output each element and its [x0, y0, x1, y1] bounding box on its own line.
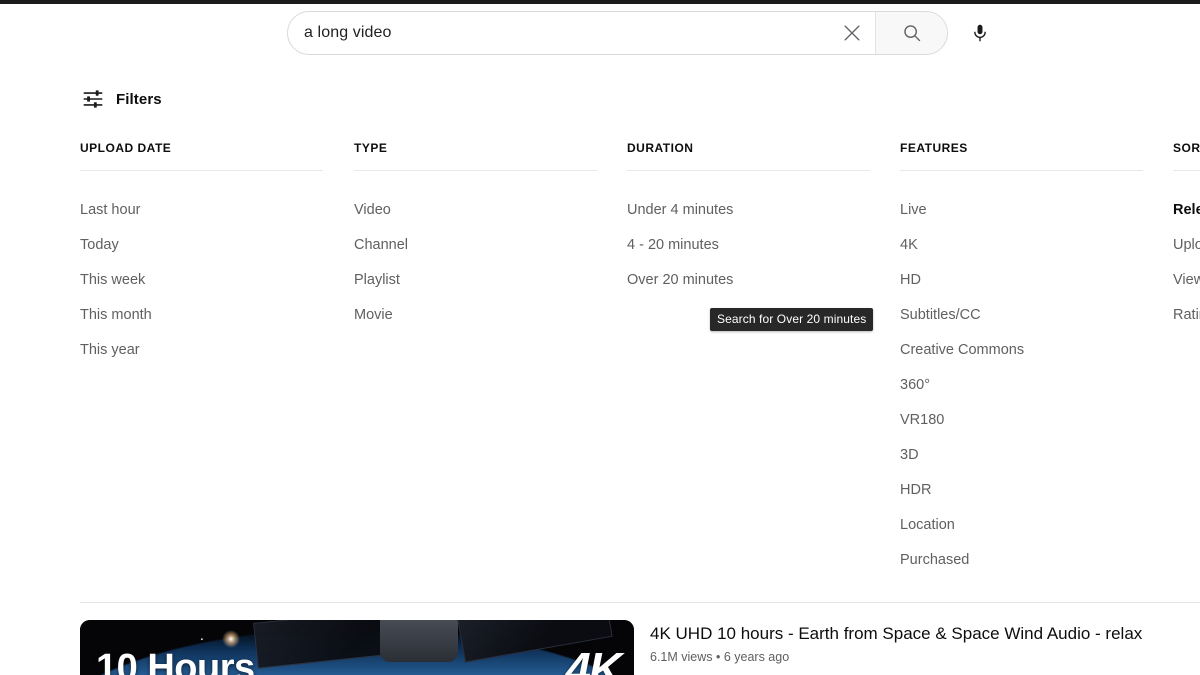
filters-label: Filters — [116, 90, 162, 108]
filter-column-title: UPLOAD DATE — [80, 141, 172, 155]
filter-option[interactable]: 4K — [900, 228, 1143, 263]
filter-panel: UPLOAD DATE Last hour Today This week This m… — [0, 138, 1200, 598]
filter-option[interactable]: HD — [900, 263, 1143, 298]
filter-column-title: TYPE — [354, 141, 388, 155]
filter-option-list: RelevanceUpload dateView countRating — [1173, 193, 1200, 333]
filter-option[interactable]: HDR — [900, 473, 1143, 508]
thumbnail-quality-overlay-text: 4K — [565, 643, 622, 675]
filters-toggle-button[interactable]: Filters — [82, 88, 162, 110]
search-magnifier-icon — [903, 25, 920, 42]
result-stats: 6.1M views • 6 years ago — [650, 650, 790, 664]
clear-search-button[interactable] — [829, 12, 875, 54]
filter-column-title: FEATURES — [900, 141, 968, 155]
search-submit-button[interactable] — [875, 12, 947, 54]
thumbnail-duration-overlay-text: 10 Hours — [96, 647, 255, 675]
filter-column-divider — [80, 170, 323, 171]
filter-column-divider — [627, 170, 870, 171]
filter-option[interactable]: Last hour — [80, 193, 323, 228]
filter-option[interactable]: Today — [80, 228, 323, 263]
filter-option-list: Under 4 minutes 4 - 20 minutes Over 20 min… — [627, 193, 870, 298]
filter-option[interactable]: This year — [80, 333, 323, 368]
filter-option[interactable]: Upload date — [1173, 228, 1200, 263]
filter-option[interactable]: Purchased — [900, 543, 1143, 578]
search-input-wrap[interactable] — [288, 12, 829, 54]
filter-column-sort-by: SORT BY RelevanceUpload dateView countRat… — [1173, 138, 1200, 333]
filter-column-divider — [900, 170, 1143, 171]
voice-search-button[interactable] — [960, 13, 1000, 53]
close-x-icon — [844, 25, 860, 41]
filter-option[interactable]: This week — [80, 263, 323, 298]
video-thumbnail[interactable]: 10 Hours 4K — [80, 620, 634, 675]
filter-option[interactable]: Playlist — [354, 263, 597, 298]
filter-option[interactable]: Creative Commons — [900, 333, 1143, 368]
filter-option[interactable]: View count — [1173, 263, 1200, 298]
thumbnail-station-module — [380, 620, 458, 662]
filter-option-list: Last hour Today This week This month This ye… — [80, 193, 323, 368]
search-input[interactable] — [304, 24, 829, 42]
filter-column-divider — [1173, 170, 1200, 171]
youtube-search-filters-page: Filters UPLOAD DATE Last hourTodayThis we… — [0, 0, 1200, 675]
filter-option-list: Live 4K HD Subtitles/CC Creative Commons 360°… — [900, 193, 1143, 578]
search-result-item[interactable]: 10 Hours 4K 4K UHD 10 hours - Earth from… — [80, 620, 1200, 675]
thumbnail-star-flare — [222, 630, 240, 648]
filter-option[interactable]: This month — [80, 298, 323, 333]
filter-option[interactable]: Channel — [354, 228, 597, 263]
filter-option[interactable]: Over 20 minutes — [627, 263, 870, 298]
filter-option[interactable]: Subtitles/CC — [900, 298, 1143, 333]
filter-option[interactable]: 4 - 20 minutes — [627, 228, 870, 263]
filter-option[interactable]: Video — [354, 193, 597, 228]
filter-option-list: Video Channel Playlist Movie — [354, 193, 597, 333]
filter-column-title: DURATION — [627, 141, 694, 155]
filter-column-title: SORT BY — [1173, 141, 1200, 155]
results-divider — [80, 602, 1200, 603]
filter-column-type: TYPE Video Channel Playlist Movie — [354, 138, 597, 333]
filter-option[interactable]: Movie — [354, 298, 597, 333]
filter-tooltip: Search for Over 20 minutes — [710, 308, 874, 331]
search-row — [287, 11, 1000, 55]
result-title[interactable]: 4K UHD 10 hours - Earth from Space & Spa… — [650, 622, 1142, 645]
filter-option[interactable]: VR180 — [900, 403, 1143, 438]
tune-sliders-icon — [83, 90, 103, 108]
filter-option[interactable]: Live — [900, 193, 1143, 228]
search-box[interactable] — [287, 11, 948, 55]
microphone-icon — [974, 24, 986, 42]
filter-column-upload-date: UPLOAD DATE Last hour Today This week This m… — [80, 138, 323, 368]
browser-top-strip — [0, 0, 1200, 4]
filter-column-features: FEATURES Live 4K HD Subtitles/CC Creative Com… — [900, 138, 1143, 578]
filter-column-duration: DURATION Under 4 minutes 4 - 20 minutes Ove… — [627, 138, 870, 298]
filter-option[interactable]: 3D — [900, 438, 1143, 473]
filter-option[interactable]: Under 4 minutes — [627, 193, 870, 228]
filter-option[interactable]: Location — [900, 508, 1143, 543]
filter-option[interactable]: Rating — [1173, 298, 1200, 333]
filter-column-divider — [354, 170, 597, 171]
filter-option[interactable]: Relevance — [1173, 193, 1200, 228]
result-meta: 4K UHD 10 hours - Earth from Space & Spa… — [650, 620, 1142, 675]
filter-option[interactable]: 360° — [900, 368, 1143, 403]
